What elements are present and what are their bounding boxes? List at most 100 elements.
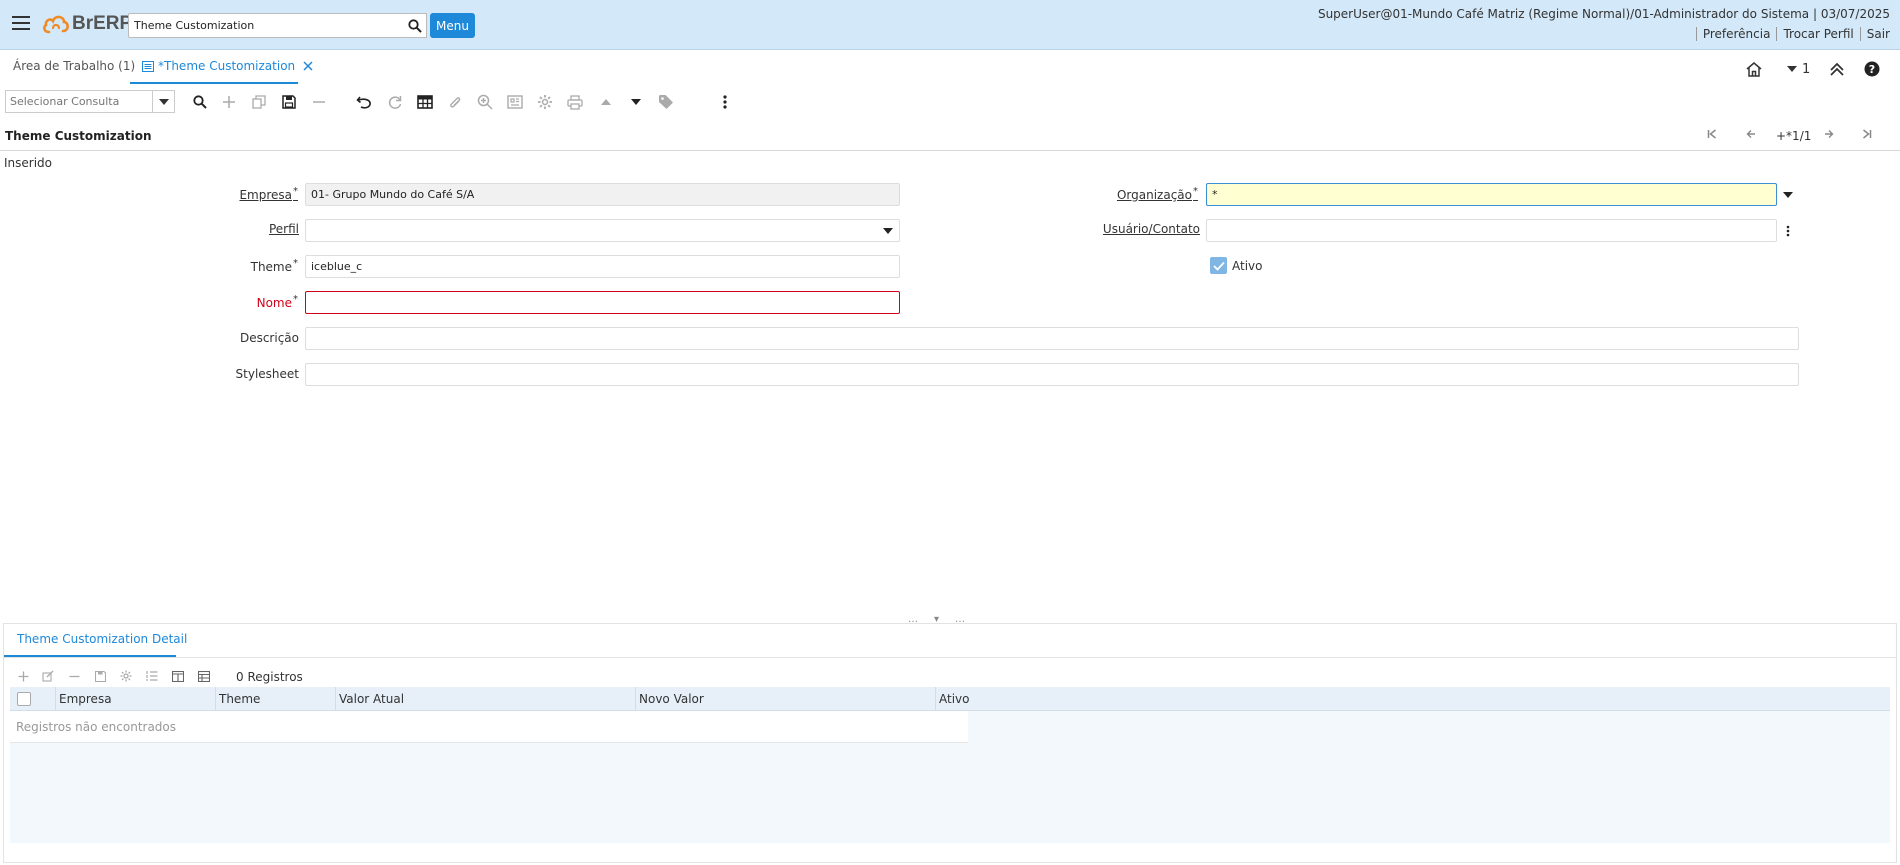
detail-record-count: 0 Registros [236,670,303,684]
tab-theme-customization[interactable]: *Theme Customization [142,59,313,73]
home-icon-wrap[interactable] [1745,59,1763,79]
vertical-dots-icon [1786,225,1790,236]
usuario-label[interactable]: Usuário/Contato [1103,222,1200,236]
empresa-label-text: Empresa [239,188,292,202]
query-select-input[interactable] [6,91,146,112]
first-record-button[interactable] [1707,129,1717,139]
arrow-right-icon [1825,130,1834,138]
theme-label: Theme* [251,258,298,274]
more-options-button[interactable] [716,93,734,111]
detail-layout-button[interactable] [197,669,211,683]
undo-button[interactable] [355,93,373,111]
organizacao-dropdown-button[interactable] [1777,183,1799,206]
report-button[interactable] [506,93,524,111]
perfil-dropdown-button[interactable] [877,219,899,242]
theme-field[interactable] [305,255,900,278]
print-button[interactable] [566,93,584,111]
list-icon [146,671,158,681]
gear-icon [538,95,552,109]
menu-button[interactable]: Menu [430,13,475,38]
nome-input[interactable] [306,292,899,313]
delete-button[interactable] [310,93,328,111]
brerp-logo[interactable]: BrERP [42,11,132,37]
detail-delete-button[interactable] [67,669,81,683]
cloud-logo-icon [43,15,69,34]
next-record-button[interactable] [1824,129,1834,139]
plus-icon [223,96,235,108]
detail-sort-button[interactable] [145,669,159,683]
nome-label: Nome* [257,294,298,310]
detail-process-button[interactable] [119,669,133,683]
tab-workspace[interactable]: Área de Trabalho (1) [13,59,135,73]
home-icon[interactable] [1745,61,1763,78]
grid-toggle-button[interactable] [416,93,434,111]
new-record-button[interactable] [220,93,238,111]
ativo-checkbox[interactable] [1210,257,1227,274]
detail-record-button[interactable] [627,93,645,111]
query-select[interactable] [5,90,175,113]
column-header-theme-customization[interactable]: Theme Customization [215,687,335,730]
help-icon-wrap[interactable]: ? [1864,59,1880,79]
column-header-novo-valor[interactable]: Novo Valor [635,687,935,711]
select-all-checkbox[interactable] [17,692,31,706]
help-icon[interactable]: ? [1864,61,1880,77]
stylesheet-input[interactable] [306,364,1798,385]
previous-record-button[interactable] [1746,129,1756,139]
descricao-field[interactable] [305,327,1799,350]
global-search-box[interactable] [128,13,404,38]
column-header-ativo[interactable]: Ativo [935,687,969,711]
column-header-empresa[interactable]: Empresa [55,687,215,711]
last-record-button[interactable] [1862,129,1872,139]
usuario-input[interactable] [1207,220,1776,241]
preferences-link[interactable]: Preferência [1695,27,1777,41]
empty-grid-row: Registros não encontrados [10,711,968,743]
perfil-input[interactable] [306,220,899,241]
find-button[interactable] [191,93,209,111]
organizacao-input[interactable] [1207,184,1776,205]
detail-columns-button[interactable] [171,669,185,683]
previous-parent-button[interactable] [597,93,615,111]
empresa-field[interactable] [305,183,900,206]
column-header-valor-atual[interactable]: Valor Atual [335,687,635,711]
empresa-input[interactable] [306,184,899,205]
usuario-options-button[interactable] [1777,219,1799,242]
change-role-link[interactable]: Trocar Perfil [1776,27,1859,41]
close-tab-icon[interactable] [303,61,313,71]
search-button[interactable] [403,13,427,38]
process-button[interactable] [536,93,554,111]
global-search-input[interactable] [129,14,399,37]
tags-button[interactable] [657,93,675,111]
attachment-button[interactable] [446,93,464,111]
refresh-button[interactable] [386,93,404,111]
perfil-label[interactable]: Perfil [269,222,299,236]
logout-link[interactable]: Sair [1859,27,1890,41]
vertical-dots-icon [723,95,727,109]
plus-icon [18,671,28,681]
organizacao-field[interactable] [1206,183,1777,206]
double-chevron-up-icon[interactable] [1829,62,1845,76]
query-dropdown-button[interactable] [152,91,174,112]
detail-new-button[interactable] [16,669,30,683]
hamburger-menu-icon[interactable] [12,16,30,30]
detail-save-button[interactable] [93,669,107,683]
organizacao-label[interactable]: Organização* [1117,186,1198,202]
grid-icon [198,670,210,682]
save-button[interactable] [280,93,298,111]
tab-theme-customization-detail[interactable]: Theme Customization Detail [17,632,187,646]
usuario-field[interactable] [1206,219,1777,242]
window-list-dropdown[interactable]: 1 [1786,59,1810,79]
zoom-across-button[interactable] [476,93,494,111]
stylesheet-field[interactable] [305,363,1799,386]
open-window-count: 1 [1802,61,1811,77]
perfil-field[interactable] [305,219,900,242]
report-icon [507,95,523,109]
detail-edit-button[interactable] [41,669,55,683]
ativo-label: Ativo [1232,259,1263,273]
descricao-input[interactable] [306,328,1798,349]
collapse-icon-wrap[interactable] [1829,59,1845,79]
copy-record-button[interactable] [250,93,268,111]
empresa-label[interactable]: Empresa* [239,186,298,202]
printer-icon [567,94,583,110]
theme-input[interactable] [306,256,899,277]
nome-field[interactable] [305,291,900,314]
